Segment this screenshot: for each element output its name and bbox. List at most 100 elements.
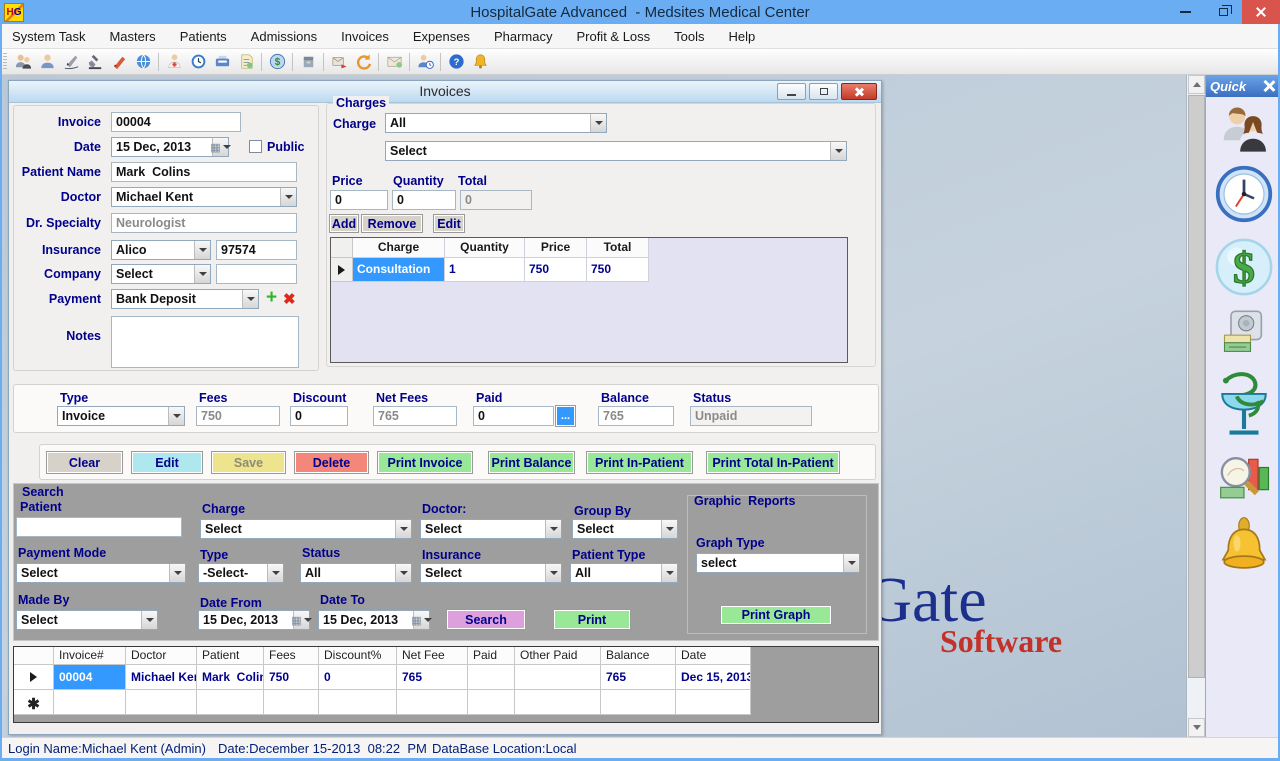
quick-payments-icon[interactable]: $	[1206, 235, 1280, 299]
quick-deposits-icon[interactable]	[1206, 307, 1280, 359]
empty-cell[interactable]	[515, 690, 601, 715]
column-header[interactable]: Quantity	[445, 238, 525, 258]
row-selector[interactable]	[14, 665, 54, 690]
chevron-down-icon[interactable]	[280, 188, 296, 206]
quick-alerts-icon[interactable]	[1206, 515, 1280, 581]
payments-icon[interactable]: $	[265, 51, 289, 73]
empty-cell[interactable]	[468, 690, 515, 715]
new-row-selector[interactable]: ✱	[14, 690, 54, 715]
column-header[interactable]: Fees	[264, 647, 319, 665]
alerts-icon[interactable]	[468, 51, 492, 73]
search-status-dropdown[interactable]: All	[300, 563, 412, 583]
column-header[interactable]: Charge	[353, 238, 445, 258]
delete-button[interactable]: Delete	[295, 452, 368, 473]
made-by-dropdown[interactable]: Select	[16, 610, 158, 630]
prescription-icon[interactable]	[107, 51, 131, 73]
discount-field[interactable]: 0	[290, 406, 348, 426]
quantity-field[interactable]: 0	[392, 190, 456, 210]
menu-item-pharmacy[interactable]: Pharmacy	[482, 24, 565, 49]
empty-cell[interactable]	[676, 690, 751, 715]
chevron-down-icon[interactable]	[395, 520, 411, 538]
doctor-dropdown[interactable]: Michael Kent	[111, 187, 297, 207]
chevron-down-icon[interactable]	[545, 564, 561, 582]
company-number-field[interactable]	[216, 264, 297, 284]
chevron-down-icon[interactable]	[661, 564, 677, 582]
chevron-down-icon[interactable]	[141, 611, 157, 629]
scroll-down-button[interactable]	[1188, 718, 1205, 737]
child-close-button[interactable]	[841, 83, 877, 100]
column-header[interactable]: Date	[676, 647, 751, 665]
paid-cell[interactable]	[468, 665, 515, 690]
search-charge-dropdown[interactable]: Select	[200, 519, 412, 539]
chevron-down-icon[interactable]	[661, 520, 677, 538]
empty-cell[interactable]	[264, 690, 319, 715]
public-checkbox[interactable]	[249, 140, 262, 153]
calendar-icon[interactable]: ▦	[293, 611, 309, 629]
charge-filter-dropdown[interactable]: All	[385, 113, 607, 133]
print-balance-button[interactable]: Print Balance	[489, 452, 574, 473]
empty-cell[interactable]	[601, 690, 676, 715]
menu-item-invoices[interactable]: Invoices	[329, 24, 401, 49]
company-dropdown[interactable]: Select	[111, 264, 211, 284]
balance-cell[interactable]: 765	[601, 665, 676, 690]
chevron-down-icon[interactable]	[830, 142, 846, 160]
patient-icon[interactable]	[35, 51, 59, 73]
chevron-down-icon[interactable]	[194, 241, 210, 259]
fax-icon[interactable]	[210, 51, 234, 73]
clear-button[interactable]: Clear	[47, 452, 122, 473]
print-total-inpatient-button[interactable]: Print Total In-Patient	[707, 452, 839, 473]
send-mail-icon[interactable]	[327, 51, 351, 73]
other-paid-cell[interactable]	[515, 665, 601, 690]
patient-name-field[interactable]: Mark Colins	[111, 162, 297, 182]
mdi-scrollbar[interactable]	[1186, 75, 1205, 737]
chevron-down-icon[interactable]	[395, 564, 411, 582]
chevron-down-icon[interactable]	[267, 564, 283, 582]
column-header[interactable]: Net Fee	[397, 647, 468, 665]
empty-cell[interactable]	[197, 690, 264, 715]
results-row[interactable]: 00004 Michael Kent Mark Colins 750 0 765…	[14, 665, 878, 690]
scroll-up-button[interactable]	[1188, 75, 1205, 94]
paid-more-button[interactable]: ...	[556, 406, 575, 426]
price-field[interactable]: 0	[330, 190, 388, 210]
column-header[interactable]: Other Paid	[515, 647, 601, 665]
chevron-down-icon[interactable]	[242, 290, 258, 308]
search-button[interactable]: Search	[447, 610, 525, 629]
column-header[interactable]: Discount%	[319, 647, 397, 665]
minimize-button[interactable]	[1166, 0, 1204, 24]
doctor-cell[interactable]: Michael Kent	[126, 665, 197, 690]
patient-cell[interactable]: Mark Colins	[197, 665, 264, 690]
column-header[interactable]: Invoice#	[54, 647, 126, 665]
quick-reports-icon[interactable]	[1206, 449, 1280, 507]
doctor-icon[interactable]	[162, 51, 186, 73]
net-fee-cell[interactable]: 765	[397, 665, 468, 690]
close-button[interactable]	[1242, 0, 1280, 24]
row-selector[interactable]	[331, 258, 353, 282]
date-from-picker[interactable]: 15 Dec, 2013 ▦	[198, 610, 310, 630]
remove-payment-icon[interactable]: ✖	[283, 290, 296, 308]
chevron-down-icon[interactable]	[169, 564, 185, 582]
chevron-down-icon[interactable]	[194, 265, 210, 283]
menu-item-help[interactable]: Help	[717, 24, 768, 49]
quantity-cell[interactable]: 1	[445, 258, 525, 282]
quick-appointments-icon[interactable]	[1206, 163, 1280, 225]
chevron-down-icon[interactable]	[168, 407, 184, 425]
charges-grid-row[interactable]: Consultation 1 750 750	[331, 258, 847, 282]
column-header[interactable]: Doctor	[126, 647, 197, 665]
menu-item-expenses[interactable]: Expenses	[401, 24, 482, 49]
empty-cell[interactable]	[54, 690, 126, 715]
payment-dropdown[interactable]: Bank Deposit	[111, 289, 259, 309]
staff-time-icon[interactable]	[413, 51, 437, 73]
save-button[interactable]: Save	[212, 452, 285, 473]
chevron-down-icon[interactable]	[843, 554, 859, 572]
charge-cell[interactable]: Consultation	[353, 258, 445, 282]
menu-item-patients[interactable]: Patients	[168, 24, 239, 49]
search-insurance-dropdown[interactable]: Select	[420, 563, 562, 583]
quick-close-icon[interactable]	[1262, 79, 1276, 93]
price-cell[interactable]: 750	[525, 258, 587, 282]
paid-field[interactable]: 0	[473, 406, 554, 426]
type-dropdown[interactable]: Invoice	[57, 406, 185, 426]
invoices-window-titlebar[interactable]: Invoices	[9, 81, 881, 103]
print-inpatient-button[interactable]: Print In-Patient	[587, 452, 692, 473]
edit-charge-button[interactable]: Edit	[434, 215, 464, 232]
payment-mode-dropdown[interactable]: Select	[16, 563, 186, 583]
